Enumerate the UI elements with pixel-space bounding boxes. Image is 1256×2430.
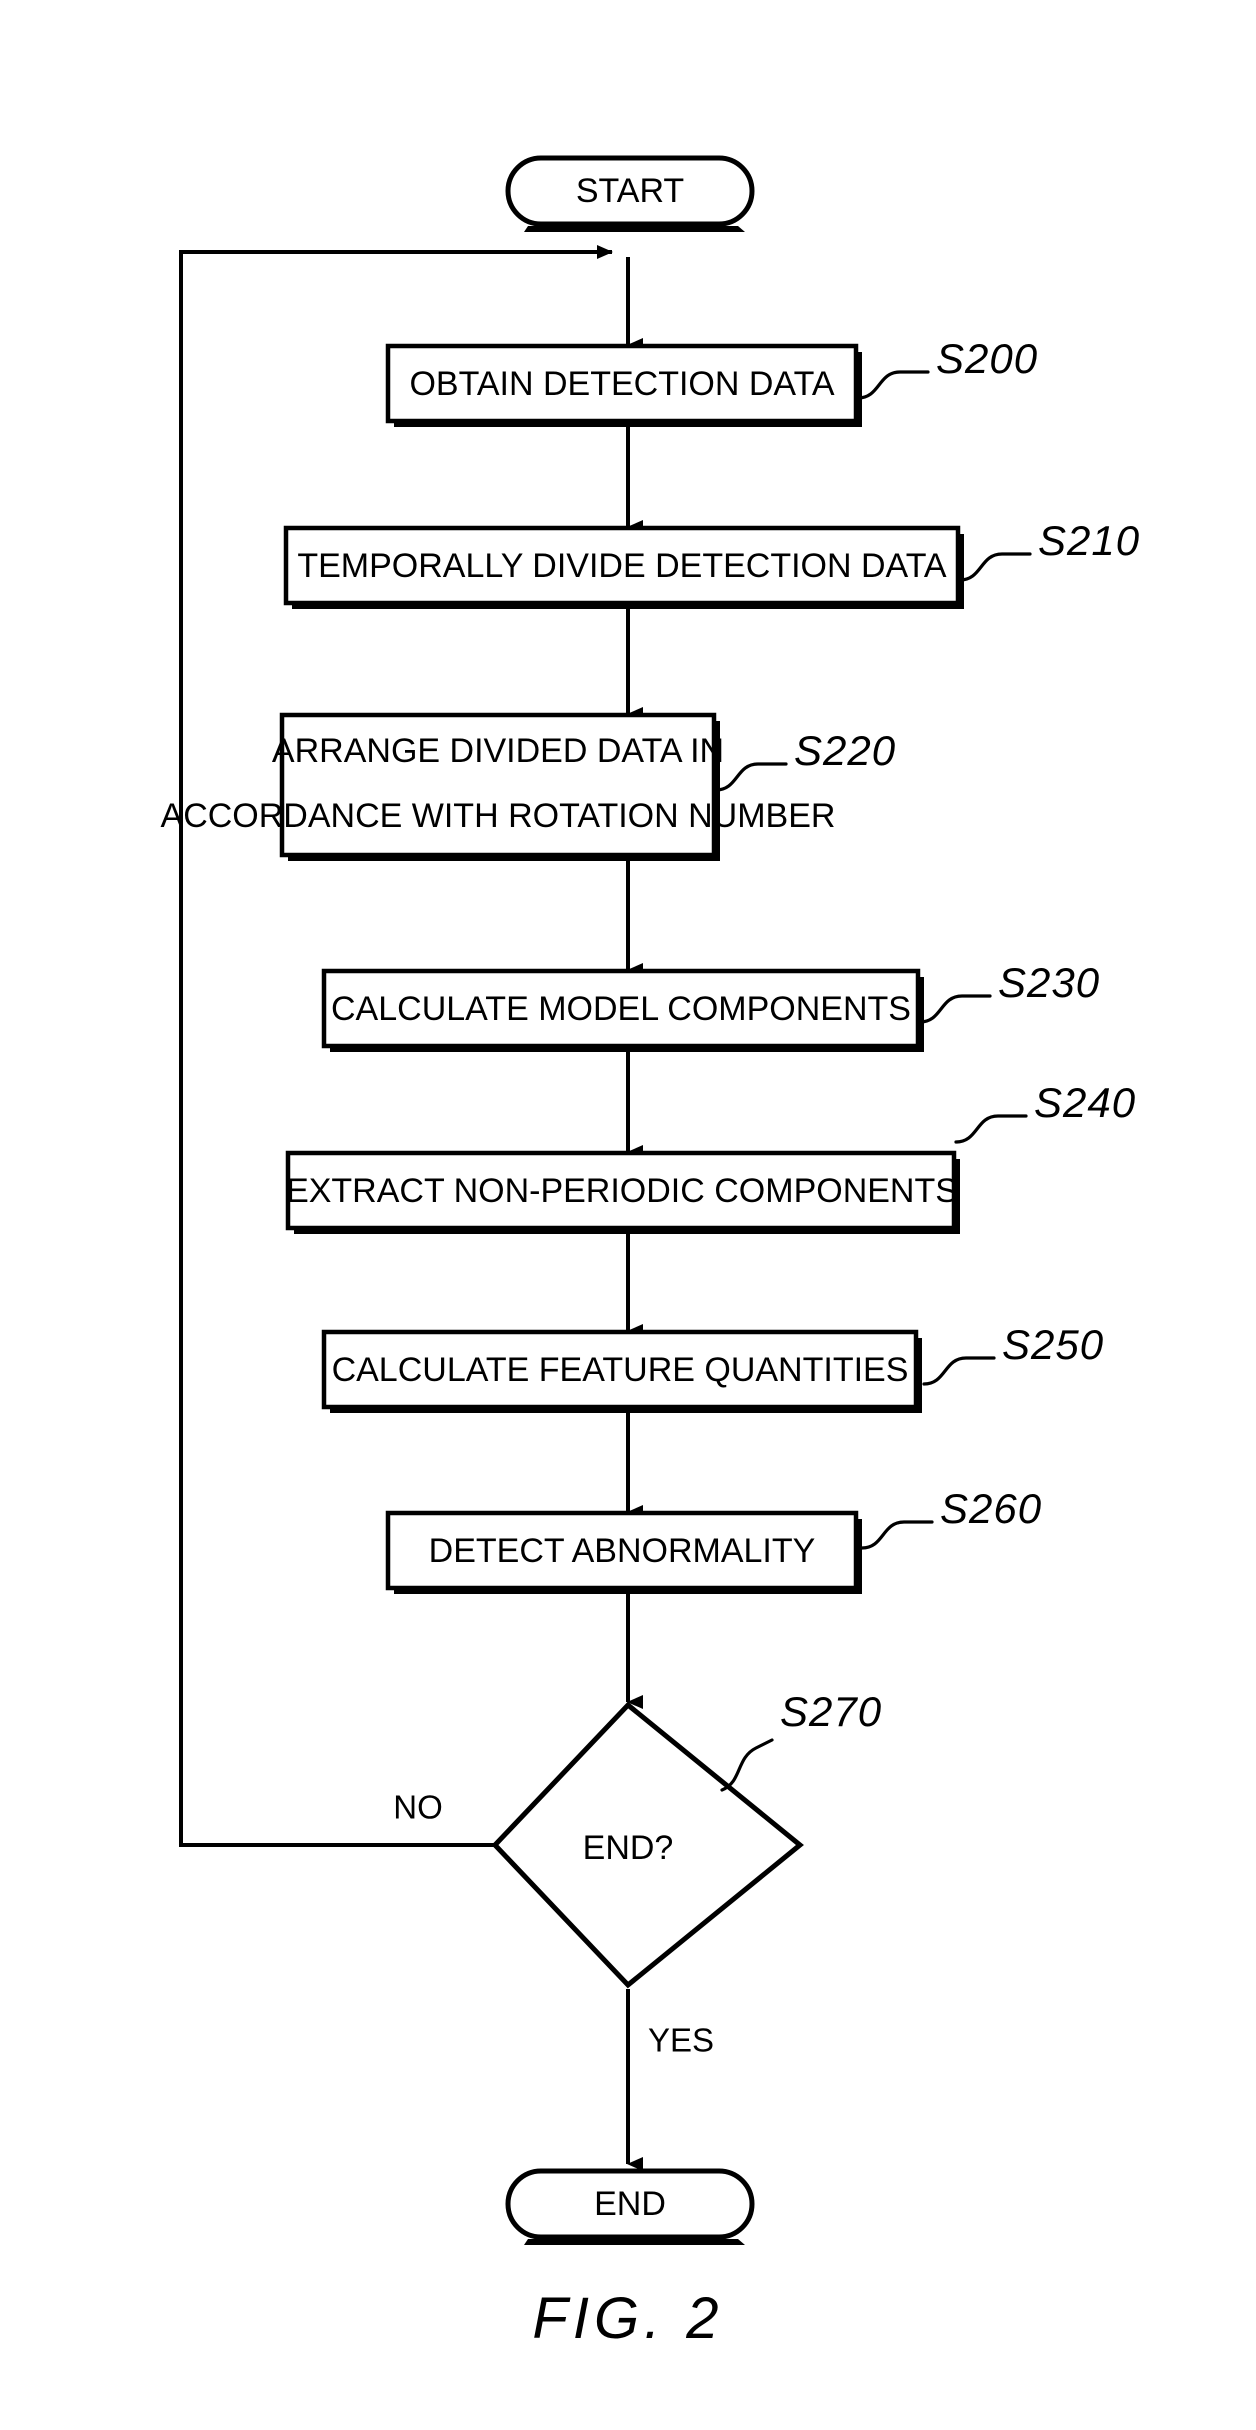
process-box-s230-line-1: CALCULATE MODEL COMPONENTS (331, 990, 911, 1028)
process-box-s240-line-1: EXTRACT NON-PERIODIC COMPONENTS (286, 1172, 958, 1210)
decision-yes-label: YES (648, 2022, 714, 2059)
process-box-s250: CALCULATE FEATURE QUANTITIES (321, 1329, 922, 1413)
ref-label-s270: S270 (780, 1688, 882, 1735)
patent-figure: START END OBTAIN DETECTION DATA S200 TEM… (0, 0, 1256, 2430)
ref-callout-s250: S250 (922, 1321, 1104, 1386)
start-terminal-label: START (576, 172, 684, 210)
process-box-s200: OBTAIN DETECTION DATA (385, 343, 862, 427)
ref-label-s220: S220 (794, 727, 896, 774)
ref-callout-s240: S240 (954, 1079, 1136, 1144)
ref-callout-s270: S270 (720, 1688, 882, 1792)
process-box-s210: TEMPORALLY DIVIDE DETECTION DATA (283, 525, 964, 609)
process-box-s200-line-1: OBTAIN DETECTION DATA (409, 365, 834, 403)
decision-no-label: NO (393, 1789, 443, 1826)
end-terminal-label: END (594, 2185, 666, 2223)
ref-label-s240: S240 (1034, 1079, 1136, 1126)
process-box-s230: CALCULATE MODEL COMPONENTS (321, 968, 924, 1052)
ref-callout-s230: S230 (918, 959, 1100, 1024)
process-box-s260: DETECT ABNORMALITY (385, 1510, 862, 1594)
ref-label-s260: S260 (940, 1485, 1042, 1532)
decision-diamond-s270: END? (491, 1701, 804, 1989)
start-terminal: START (505, 155, 755, 232)
process-box-s260-line-1: DETECT ABNORMALITY (429, 1532, 816, 1570)
end-terminal: END (505, 2168, 755, 2245)
ref-label-s200: S200 (936, 335, 1038, 382)
process-box-s240: EXTRACT NON-PERIODIC COMPONENTS (285, 1150, 960, 1234)
ref-callout-s200: S200 (856, 335, 1038, 400)
process-box-s220-line-2: ACCORDANCE WITH ROTATION NUMBER (161, 797, 836, 835)
process-box-s210-line-1: TEMPORALLY DIVIDE DETECTION DATA (297, 547, 947, 585)
ref-label-s250: S250 (1002, 1321, 1104, 1368)
process-box-s250-line-1: CALCULATE FEATURE QUANTITIES (332, 1351, 909, 1389)
process-box-s220-line-1: ARRANGE DIVIDED DATA IN (272, 732, 724, 770)
ref-callout-s220: S220 (714, 727, 896, 792)
flowchart-canvas: START END OBTAIN DETECTION DATA S200 TEM… (161, 155, 1140, 2351)
process-box-s220: ARRANGE DIVIDED DATA IN ACCORDANCE WITH … (161, 712, 836, 861)
ref-callout-s260: S260 (860, 1485, 1042, 1550)
ref-label-s210: S210 (1038, 517, 1140, 564)
figure-caption: FIG. 2 (532, 2286, 723, 2351)
ref-label-s230: S230 (998, 959, 1100, 1006)
decision-label: END? (583, 1829, 674, 1867)
ref-callout-s210: S210 (958, 517, 1140, 582)
